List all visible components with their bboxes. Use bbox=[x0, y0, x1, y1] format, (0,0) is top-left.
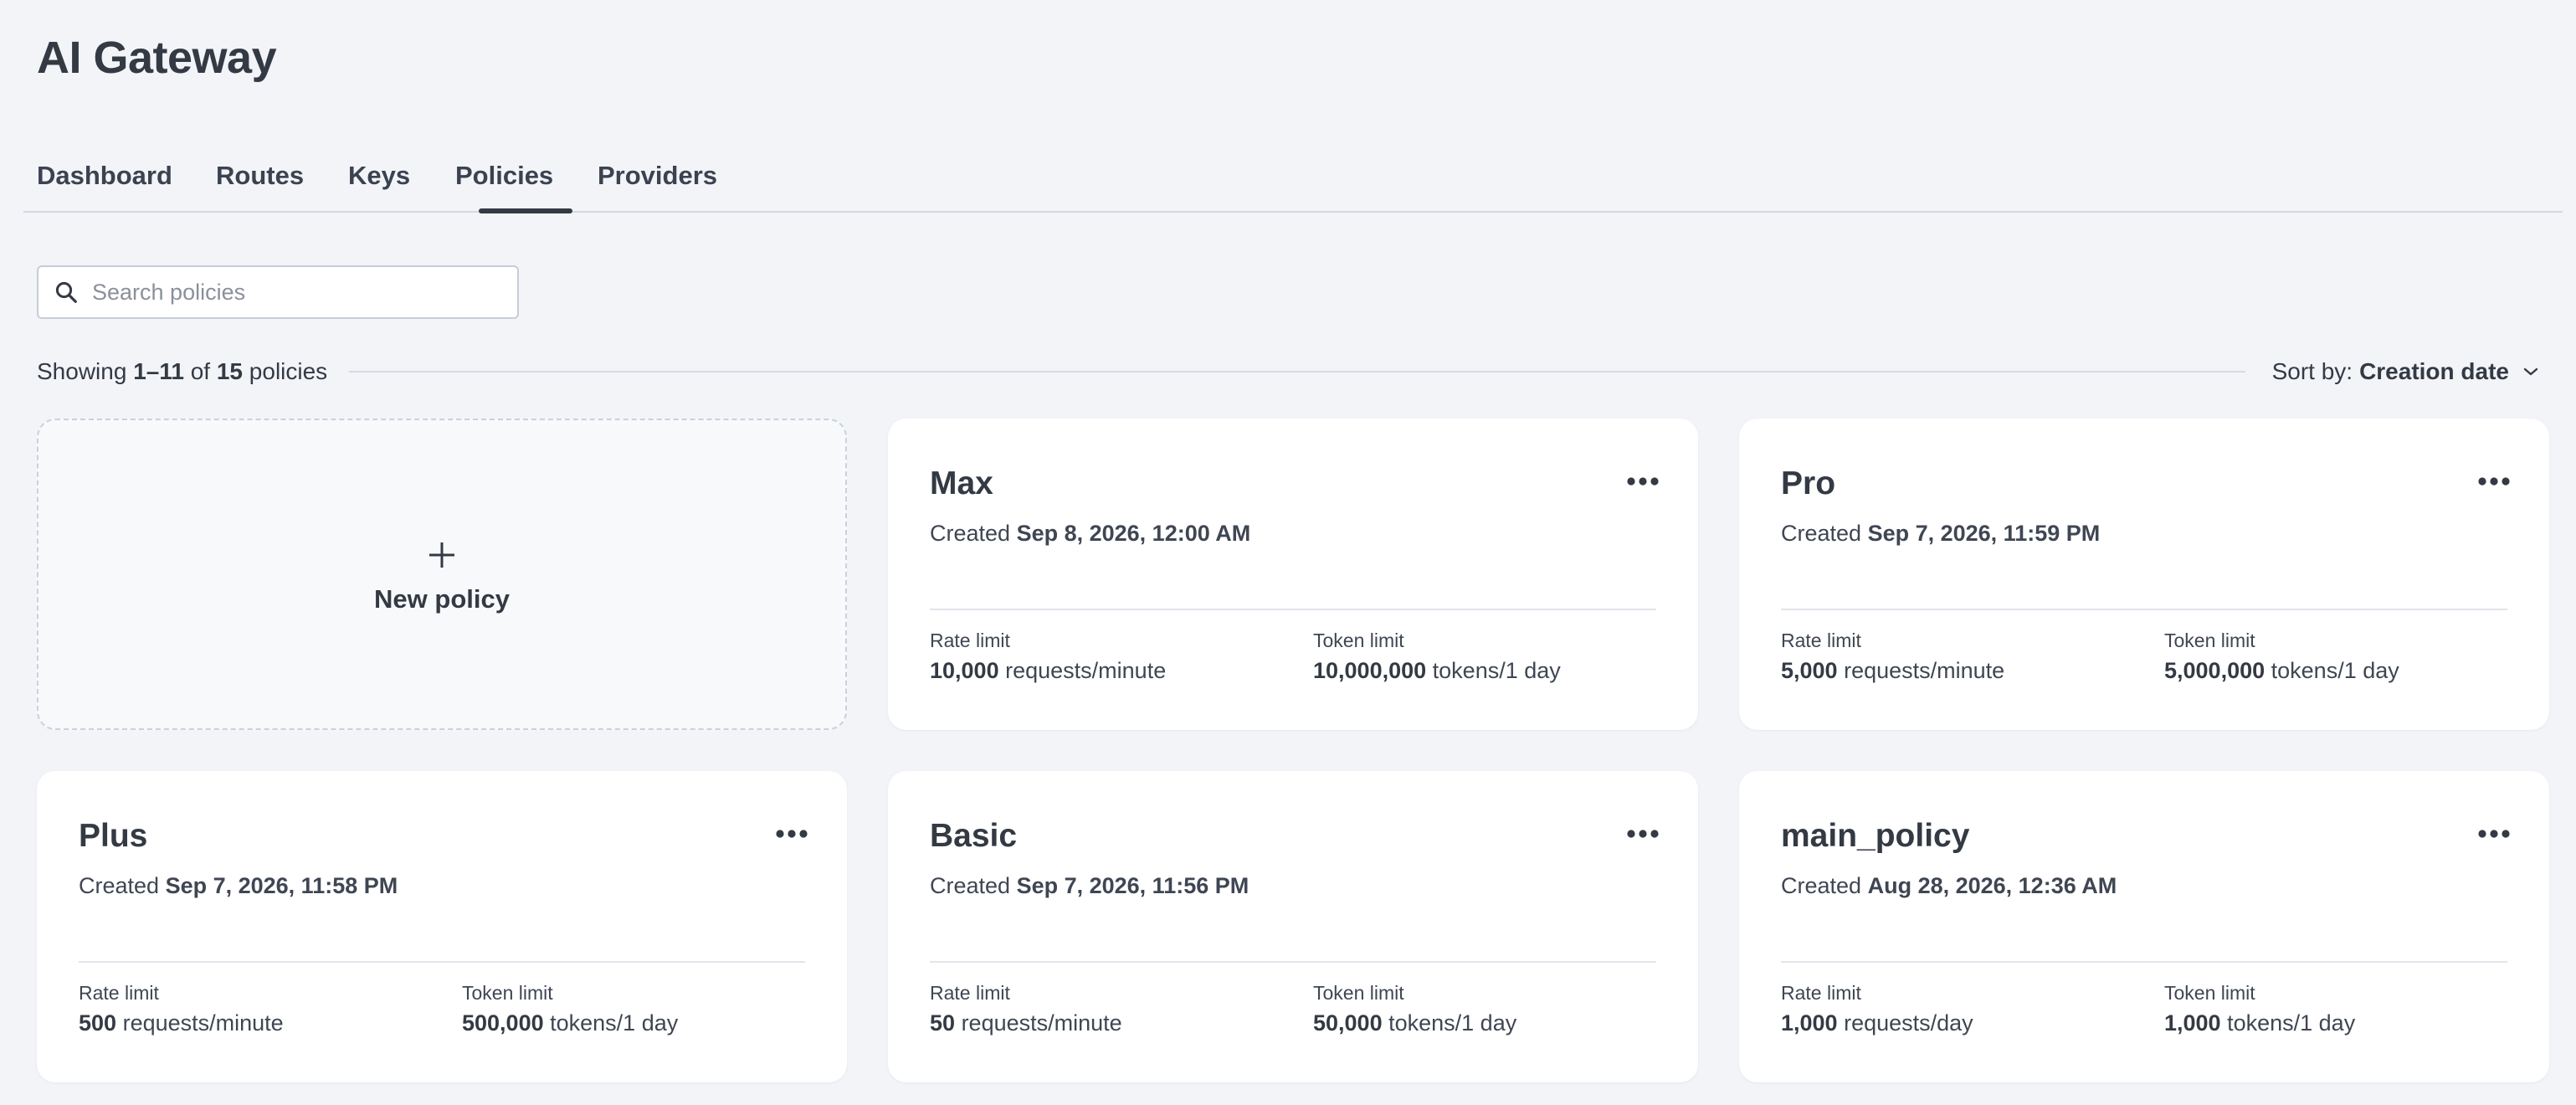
tab-policies[interactable]: Policies bbox=[455, 161, 553, 191]
token-limit-label: Token limit bbox=[2164, 982, 2255, 1004]
policy-created: Created Sep 8, 2026, 12:00 AM bbox=[930, 521, 1251, 546]
rate-limit-label: Rate limit bbox=[1781, 630, 1861, 651]
policies-page: AI Gateway Dashboard Routes Keys Policie… bbox=[0, 0, 2576, 1105]
more-horizontal-icon[interactable] bbox=[2477, 828, 2511, 840]
rate-limit-label: Rate limit bbox=[930, 630, 1010, 651]
rate-limit-value: 1,000 requests/day bbox=[1781, 1010, 1973, 1036]
sort-value: Creation date bbox=[2359, 358, 2509, 384]
policy-created: Created Sep 7, 2026, 11:56 PM bbox=[930, 873, 1250, 898]
tab-dashboard[interactable]: Dashboard bbox=[37, 161, 172, 191]
policy-name: Basic bbox=[930, 818, 1018, 854]
token-limit-label: Token limit bbox=[1313, 630, 1404, 651]
token-limit-value: 10,000,000 tokens/1 day bbox=[1313, 658, 1561, 683]
divider bbox=[349, 371, 2245, 373]
card-divider bbox=[79, 961, 805, 963]
policy-card[interactable]: Plus Created Sep 7, 2026, 11:58 PM Rate … bbox=[37, 771, 847, 1082]
search-icon bbox=[55, 281, 77, 303]
token-limit-value: 50,000 tokens/1 day bbox=[1313, 1010, 1517, 1036]
chevron-down-icon bbox=[2523, 367, 2538, 376]
results-bar: Showing 1–11 of 15 policies Sort by: Cre… bbox=[37, 355, 2539, 388]
more-horizontal-icon[interactable] bbox=[775, 828, 808, 840]
more-horizontal-icon[interactable] bbox=[1626, 828, 1660, 840]
policy-card[interactable]: Max Created Sep 8, 2026, 12:00 AM Rate l… bbox=[888, 419, 1698, 730]
policy-name: Pro bbox=[1781, 465, 1836, 501]
policy-created: Created Sep 7, 2026, 11:58 PM bbox=[79, 873, 398, 898]
card-divider bbox=[930, 961, 1656, 963]
token-limit-value: 1,000 tokens/1 day bbox=[2164, 1010, 2356, 1036]
policy-name: Plus bbox=[79, 818, 148, 854]
new-policy-label: New policy bbox=[374, 584, 510, 614]
policy-name: Max bbox=[930, 465, 993, 501]
policy-card[interactable]: Pro Created Sep 7, 2026, 11:59 PM Rate l… bbox=[1739, 419, 2549, 730]
token-limit-value: 500,000 tokens/1 day bbox=[462, 1010, 679, 1036]
card-divider bbox=[930, 609, 1656, 610]
tab-providers[interactable]: Providers bbox=[598, 161, 717, 191]
more-horizontal-icon[interactable] bbox=[1626, 475, 1660, 487]
search-input[interactable] bbox=[92, 267, 517, 317]
more-horizontal-icon[interactable] bbox=[2477, 475, 2511, 487]
card-divider bbox=[1781, 961, 2507, 963]
rate-limit-value: 50 requests/minute bbox=[930, 1010, 1122, 1036]
rate-limit-label: Rate limit bbox=[1781, 982, 1861, 1004]
page-title: AI Gateway bbox=[37, 33, 277, 83]
tab-keys[interactable]: Keys bbox=[348, 161, 410, 191]
policy-created: Created Aug 28, 2026, 12:36 AM bbox=[1781, 873, 2117, 898]
token-limit-label: Token limit bbox=[2164, 630, 2255, 651]
token-limit-label: Token limit bbox=[462, 982, 553, 1004]
search-field[interactable] bbox=[37, 265, 519, 319]
tab-routes[interactable]: Routes bbox=[216, 161, 304, 191]
rate-limit-label: Rate limit bbox=[79, 982, 159, 1004]
rate-limit-value: 5,000 requests/minute bbox=[1781, 658, 2005, 683]
policy-created: Created Sep 7, 2026, 11:59 PM bbox=[1781, 521, 2101, 546]
policy-card[interactable]: main_policy Created Aug 28, 2026, 12:36 … bbox=[1739, 771, 2549, 1082]
token-limit-value: 5,000,000 tokens/1 day bbox=[2164, 658, 2399, 683]
card-divider bbox=[1781, 609, 2507, 610]
rate-limit-label: Rate limit bbox=[930, 982, 1010, 1004]
rate-limit-value: 500 requests/minute bbox=[79, 1010, 284, 1036]
rate-limit-value: 10,000 requests/minute bbox=[930, 658, 1167, 683]
active-tab-indicator bbox=[479, 208, 572, 213]
results-count: Showing 1–11 of 15 policies bbox=[37, 358, 328, 384]
sort-label: Sort by: bbox=[2271, 358, 2353, 384]
policy-card[interactable]: Basic Created Sep 7, 2026, 11:56 PM Rate… bbox=[888, 771, 1698, 1082]
plus-icon bbox=[429, 542, 454, 568]
token-limit-label: Token limit bbox=[1313, 982, 1404, 1004]
new-policy-card[interactable]: New policy bbox=[37, 419, 847, 730]
tab-bar: Dashboard Routes Keys Policies Providers bbox=[23, 147, 2563, 213]
sort-dropdown[interactable]: Sort by: Creation date bbox=[2272, 358, 2539, 385]
policy-name: main_policy bbox=[1781, 818, 1970, 854]
